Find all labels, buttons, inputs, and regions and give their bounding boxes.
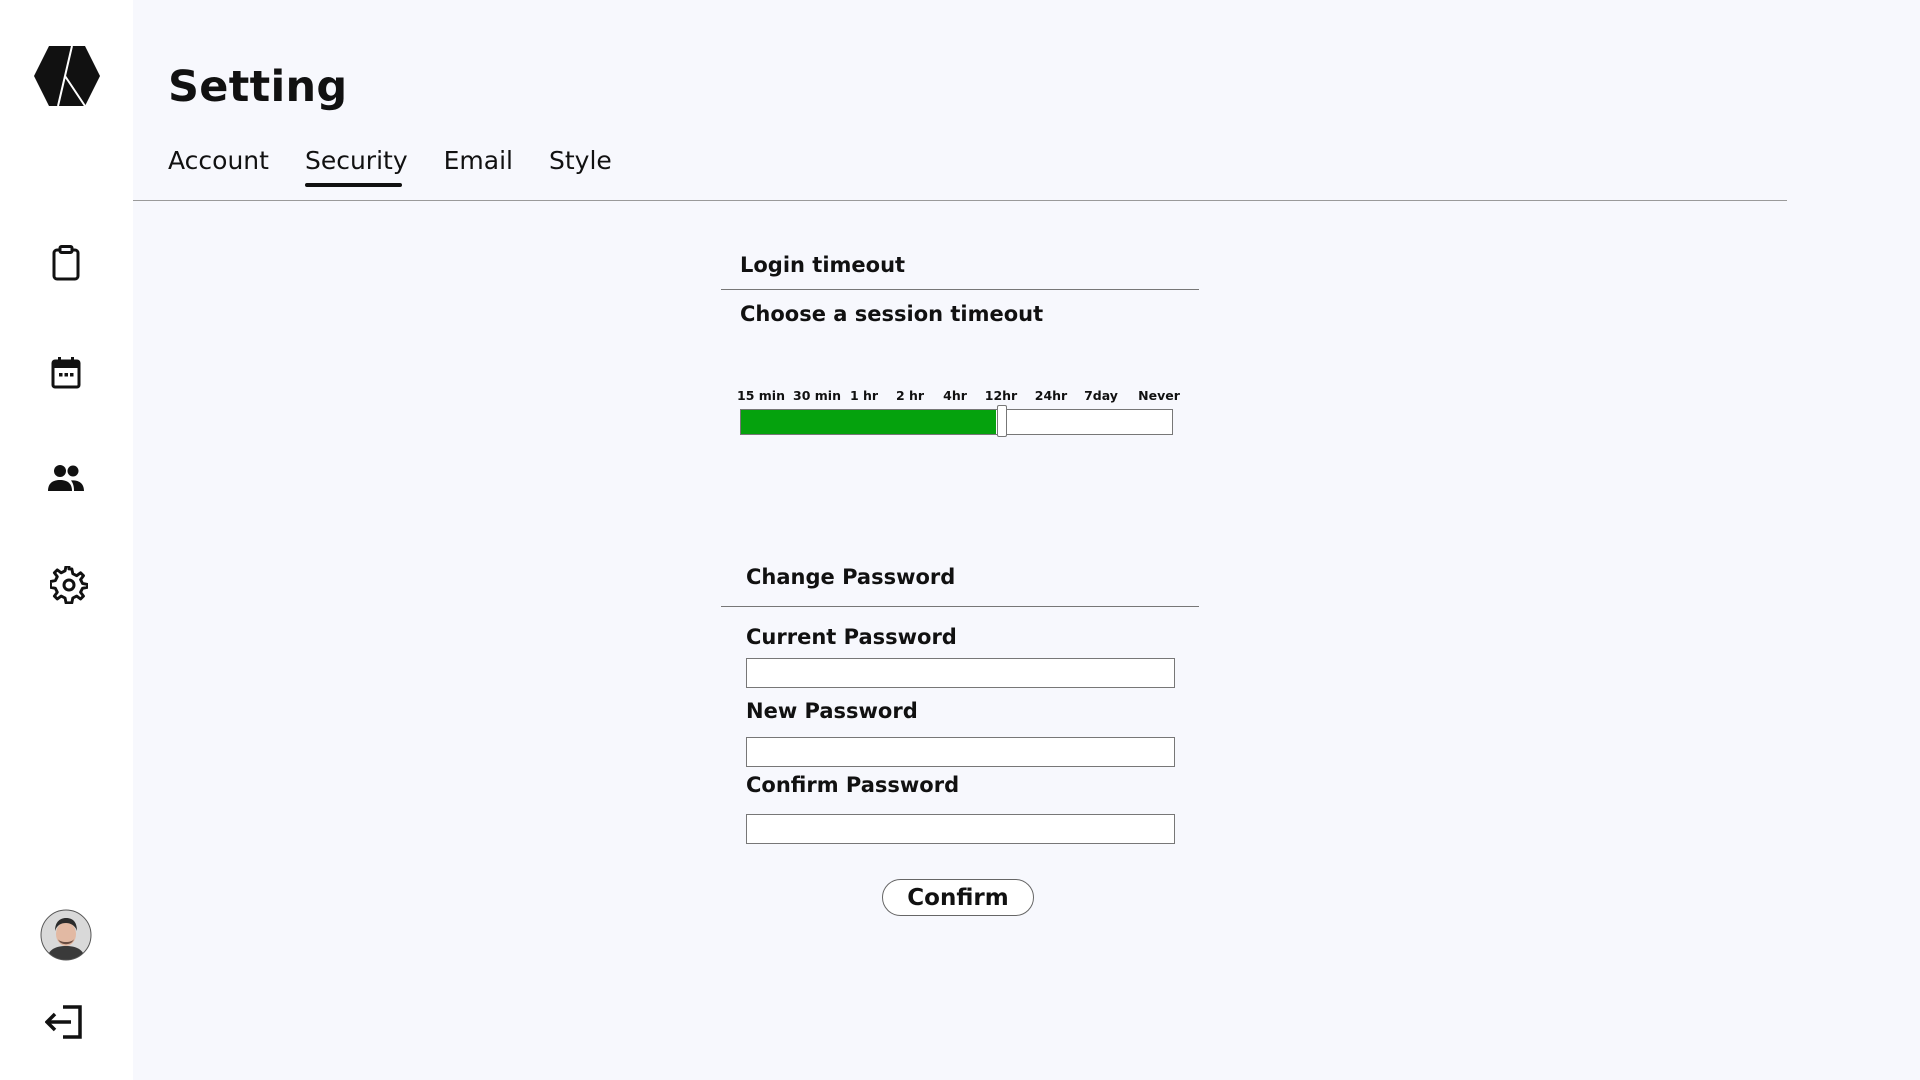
slider-label[interactable]: 12hr [985, 388, 1017, 403]
session-timeout-slider: 15 min 30 min 1 hr 2 hr 4hr 12hr 24hr 7d… [737, 388, 1180, 437]
tab-email[interactable]: Email [444, 146, 513, 179]
login-timeout-divider [721, 289, 1199, 290]
hexagon-logo-icon[interactable] [32, 44, 102, 108]
slider-label[interactable]: 30 min [793, 388, 841, 403]
tab-security[interactable]: Security [304, 146, 408, 187]
slider-label[interactable]: Never [1138, 388, 1180, 403]
change-password-title: Change Password [746, 565, 956, 589]
sidebar [0, 0, 133, 1080]
confirm-button[interactable]: Confirm [882, 879, 1034, 916]
slider-label[interactable]: 1 hr [850, 388, 878, 403]
main-content: Setting Account Security Email Style Log… [133, 0, 1920, 1080]
new-password-input[interactable] [746, 737, 1175, 767]
page-title: Setting [168, 62, 348, 112]
current-password-label: Current Password [746, 625, 957, 649]
slider-label[interactable]: 7day [1084, 388, 1118, 403]
login-timeout-title: Login timeout [740, 253, 906, 277]
tabs-divider [133, 200, 1787, 201]
slider-label[interactable]: 2 hr [896, 388, 924, 403]
clipboard-icon[interactable] [47, 244, 85, 282]
slider-track[interactable] [740, 409, 1173, 435]
logout-icon[interactable] [44, 1004, 84, 1040]
tab-account[interactable]: Account [168, 146, 269, 179]
tab-style[interactable]: Style [549, 146, 612, 179]
current-password-input[interactable] [746, 658, 1175, 688]
slider-labels: 15 min 30 min 1 hr 2 hr 4hr 12hr 24hr 7d… [737, 388, 1180, 406]
gear-icon[interactable] [49, 565, 89, 605]
slider-label[interactable]: 15 min [737, 388, 785, 403]
slider-label[interactable]: 24hr [1035, 388, 1067, 403]
session-timeout-subtitle: Choose a session timeout [740, 302, 1044, 326]
slider-fill [741, 410, 996, 434]
user-avatar[interactable] [40, 909, 92, 961]
confirm-password-input[interactable] [746, 814, 1175, 844]
new-password-label: New Password [746, 699, 918, 723]
confirm-password-label: Confirm Password [746, 773, 960, 797]
slider-label[interactable]: 4hr [943, 388, 967, 403]
change-password-divider [721, 606, 1199, 607]
people-icon[interactable] [46, 459, 86, 497]
calendar-icon[interactable] [47, 354, 85, 392]
settings-tabs: Account Security Email Style [168, 146, 612, 187]
slider-thumb[interactable] [997, 405, 1007, 437]
